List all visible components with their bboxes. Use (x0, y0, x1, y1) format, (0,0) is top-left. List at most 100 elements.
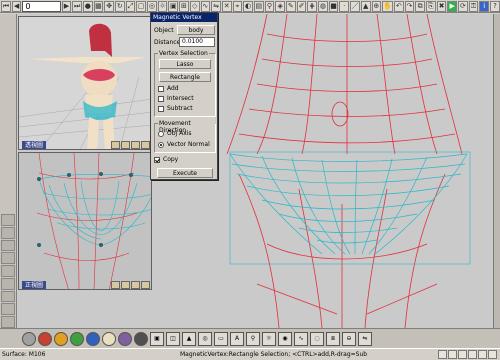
perspective-viewport[interactable]: 透視圖 (18, 16, 152, 150)
front-viewport[interactable]: 1 正視圖 (18, 152, 152, 290)
grid-icon[interactable]: ▦ (93, 0, 104, 12)
left-tool-scene-icon[interactable] (1, 290, 15, 303)
wire-icon[interactable]: ⋕ (307, 0, 318, 12)
status-snap-icon[interactable] (438, 350, 447, 359)
next-frame-icon[interactable]: ▶ (61, 0, 72, 12)
status-lock-icon[interactable] (458, 350, 467, 359)
render-icon[interactable]: ▣ (168, 0, 179, 12)
loop-icon[interactable]: ⟳ (458, 0, 468, 12)
undo-icon[interactable]: ↶ (393, 0, 404, 12)
redo-icon[interactable]: ↷ (404, 0, 415, 12)
vector-normal-radio[interactable] (158, 141, 164, 148)
play-icon[interactable]: ▶ (447, 0, 458, 12)
face-icon[interactable]: ▲ (360, 0, 371, 12)
left-tool-light-icon[interactable] (1, 265, 15, 277)
prev-frame-icon[interactable]: ◀ (11, 0, 22, 12)
green-ball-icon[interactable] (70, 331, 84, 346)
snap-icon[interactable]: ⌖ (232, 0, 243, 12)
help-icon[interactable]: ? (490, 0, 500, 12)
distance-field[interactable]: 0.0100 (179, 37, 215, 47)
status-grid-icon[interactable] (448, 350, 457, 359)
orange-ball-icon[interactable] (54, 331, 68, 346)
sphere-primitive-icon[interactable] (22, 331, 36, 346)
torus-primitive-icon[interactable]: ◎ (198, 331, 212, 346)
lathe-primitive-icon[interactable]: ◌ (310, 331, 324, 346)
frame-number-field[interactable]: 0 (22, 0, 61, 12)
info-icon[interactable]: i (479, 0, 490, 12)
left-tool-material-icon[interactable] (1, 252, 15, 265)
symmetry-icon[interactable]: ⇋ (211, 0, 221, 12)
vp-pan-icon[interactable] (131, 281, 140, 289)
vp-maximize-icon[interactable] (141, 281, 150, 289)
left-tool-save-icon[interactable] (1, 214, 15, 226)
add-checkbox[interactable] (158, 85, 164, 92)
dark-ball-icon[interactable] (134, 331, 148, 346)
copy-icon[interactable]: ⧉ (415, 0, 425, 12)
sculpt-icon[interactable]: ✎ (286, 0, 296, 12)
left-tool-camera-icon[interactable] (1, 277, 15, 290)
key-icon[interactable]: ⚿ (468, 0, 479, 12)
vp-pan-icon[interactable] (131, 141, 140, 149)
camera-primitive-icon[interactable]: ◉ (278, 331, 292, 346)
light-primitive-icon[interactable]: ☼ (262, 331, 276, 346)
purple-ball-icon[interactable] (118, 331, 132, 346)
path-primitive-icon[interactable]: ∿ (294, 331, 308, 346)
obj-axis-radio-row[interactable]: Obj Axis (158, 130, 192, 137)
light-icon[interactable]: ☼ (157, 0, 168, 12)
cream-ball-icon[interactable] (102, 331, 116, 346)
object-select-button[interactable]: body (177, 25, 215, 35)
pan-icon[interactable]: ✋ (382, 0, 393, 12)
vp-zoom-icon[interactable] (121, 141, 130, 149)
text-primitive-icon[interactable]: A (230, 331, 244, 346)
extrude-primitive-icon[interactable]: ⧈ (326, 331, 340, 346)
status-clock-icon[interactable] (488, 350, 497, 359)
boolean-primitive-icon[interactable]: ⊖ (342, 331, 356, 346)
cube-primitive-icon[interactable]: ▣ (150, 331, 164, 346)
paste-icon[interactable]: ⎘ (425, 0, 436, 12)
rectangle-button[interactable]: Rectangle (159, 72, 211, 82)
weld-icon[interactable]: ✕ (221, 0, 232, 12)
obj-axis-radio[interactable] (158, 130, 164, 137)
bone-icon[interactable]: ⚲ (264, 0, 275, 12)
select-icon[interactable]: ▢ (136, 0, 147, 12)
left-tool-object-icon[interactable] (1, 239, 15, 252)
zoom-icon[interactable]: ⊕ (371, 0, 382, 12)
copy-checkbox-row[interactable]: Copy (154, 156, 178, 163)
texture-icon[interactable]: ▤ (253, 0, 264, 12)
point-icon[interactable]: · (339, 0, 350, 12)
morph-icon[interactable]: ◈ (275, 0, 285, 12)
first-frame-icon[interactable]: ⏮ (1, 0, 11, 12)
left-tool-open-icon[interactable] (1, 226, 15, 239)
add-checkbox-row[interactable]: Add (158, 85, 179, 92)
bone-primitive-icon[interactable]: ⚲ (246, 331, 260, 346)
dialog-title[interactable]: Magnetic Vertex (151, 13, 217, 22)
lasso-button[interactable]: Lasso (159, 59, 211, 69)
cylinder-primitive-icon[interactable]: ◫ (166, 331, 180, 346)
copy-checkbox[interactable] (154, 156, 160, 163)
mirror-primitive-icon[interactable]: ⇋ (358, 331, 372, 346)
edge-icon[interactable]: ／ (350, 0, 360, 12)
intersect-checkbox-row[interactable]: Intersect (158, 95, 194, 102)
status-sound-icon[interactable] (468, 350, 477, 359)
cone-primitive-icon[interactable]: ▲ (182, 331, 196, 346)
right-scrollbar[interactable] (493, 14, 500, 328)
last-frame-icon[interactable]: ⏭ (72, 0, 82, 12)
left-tool-plugin-icon[interactable] (1, 316, 15, 329)
left-tool-render-icon[interactable] (1, 303, 15, 316)
vp-rotate-icon[interactable] (111, 281, 120, 289)
flat-icon[interactable]: ■ (328, 0, 339, 12)
rotate-icon[interactable]: ↻ (115, 0, 125, 12)
scale-icon[interactable]: ⤢ (125, 0, 136, 12)
smooth-icon[interactable]: ◍ (318, 0, 328, 12)
record-icon[interactable]: ● (82, 0, 93, 12)
status-net-icon[interactable] (478, 350, 487, 359)
move-icon[interactable]: ✥ (104, 0, 114, 12)
subtract-checkbox-row[interactable]: Subtract (158, 105, 193, 112)
subtract-checkbox[interactable] (158, 105, 164, 112)
paint-icon[interactable]: ✐ (296, 0, 307, 12)
vp-zoom-icon[interactable] (121, 281, 130, 289)
red-ball-icon[interactable] (38, 331, 52, 346)
camera-icon[interactable]: ◎ (147, 0, 157, 12)
layout-icon[interactable]: ⊞ (179, 0, 189, 12)
blue-ball-icon[interactable] (86, 331, 100, 346)
